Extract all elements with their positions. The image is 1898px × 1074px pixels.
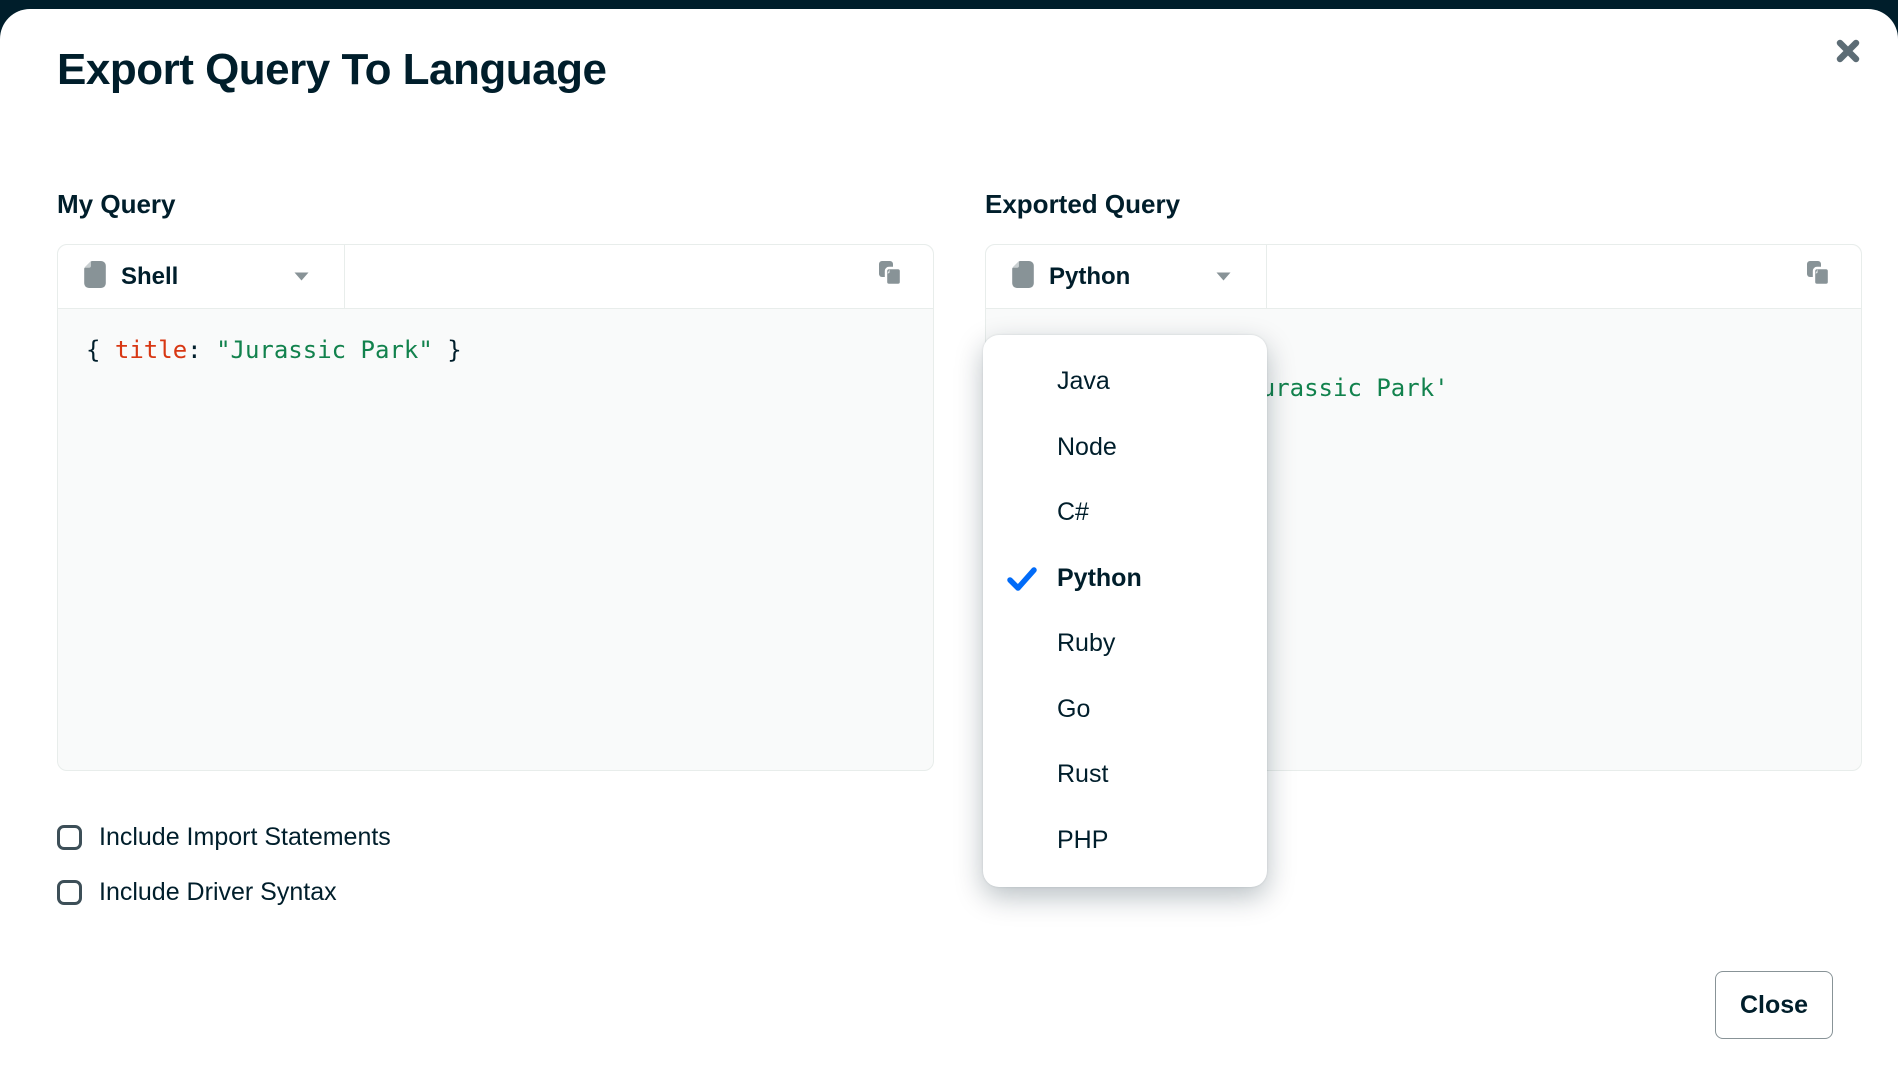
exported-query-panel-header: Python: [986, 245, 1861, 309]
driver-syntax-label[interactable]: Include Driver Syntax: [99, 878, 337, 907]
dialog-close-button[interactable]: [1828, 33, 1868, 73]
menu-item-php[interactable]: PHP: [983, 808, 1267, 874]
menu-item-go[interactable]: Go: [983, 677, 1267, 743]
chevron-down-icon: [293, 271, 310, 282]
copy-icon: [1805, 259, 1835, 294]
menu-item-label: Rust: [1057, 760, 1108, 789]
language-dropdown-menu: Java Node C# Python Ruby Go Rust PHP: [983, 335, 1267, 887]
menu-item-label: Java: [1057, 367, 1110, 396]
driver-syntax-checkbox[interactable]: [57, 880, 82, 905]
menu-item-ruby[interactable]: Ruby: [983, 611, 1267, 677]
checkmark-icon: [1007, 566, 1037, 592]
menu-item-label: C#: [1057, 498, 1089, 527]
exported-query-copy-button[interactable]: [1803, 260, 1837, 294]
menu-item-csharp[interactable]: C#: [983, 480, 1267, 546]
menu-item-label: Go: [1057, 695, 1090, 724]
file-icon: [1012, 261, 1034, 293]
code-token-string: "Jurassic Park": [216, 336, 433, 364]
import-statements-label[interactable]: Include Import Statements: [99, 823, 391, 852]
my-query-language-value: Shell: [121, 263, 178, 291]
chevron-down-icon: [1215, 271, 1232, 282]
close-icon: [1831, 34, 1865, 73]
my-query-copy-button[interactable]: [875, 260, 909, 294]
my-query-label: My Query: [57, 189, 176, 220]
menu-item-label: Node: [1057, 433, 1117, 462]
my-query-header-spacer: [345, 245, 875, 308]
menu-item-label: Python: [1057, 564, 1142, 593]
option-include-driver-syntax: Include Driver Syntax: [57, 878, 337, 907]
export-query-dialog: Export Query To Language My Query Export…: [0, 9, 1898, 1074]
menu-item-node[interactable]: Node: [983, 415, 1267, 481]
code-token: {: [86, 336, 115, 364]
import-statements-checkbox[interactable]: [57, 825, 82, 850]
menu-item-java[interactable]: Java: [983, 349, 1267, 415]
exported-query-language-value: Python: [1049, 263, 1130, 291]
option-include-import-statements: Include Import Statements: [57, 823, 391, 852]
exported-query-label: Exported Query: [985, 189, 1180, 220]
copy-icon: [877, 259, 907, 294]
exported-query-header-spacer: [1267, 245, 1803, 308]
code-token: :: [187, 336, 216, 364]
code-token-key: title: [115, 336, 187, 364]
my-query-panel: Shell { title: "Jurassic Park" }: [57, 244, 934, 771]
menu-item-rust[interactable]: Rust: [983, 742, 1267, 808]
my-query-language-select[interactable]: Shell: [58, 245, 345, 308]
menu-item-label: Ruby: [1057, 629, 1115, 658]
close-button[interactable]: Close: [1715, 971, 1833, 1039]
menu-item-label: PHP: [1057, 826, 1108, 855]
dialog-title: Export Query To Language: [57, 45, 606, 95]
code-token: }: [433, 336, 462, 364]
my-query-code: { title: "Jurassic Park" }: [58, 309, 933, 391]
exported-query-language-select[interactable]: Python: [986, 245, 1267, 308]
my-query-panel-header: Shell: [58, 245, 933, 309]
menu-item-python[interactable]: Python: [983, 546, 1267, 612]
file-icon: [84, 261, 106, 293]
